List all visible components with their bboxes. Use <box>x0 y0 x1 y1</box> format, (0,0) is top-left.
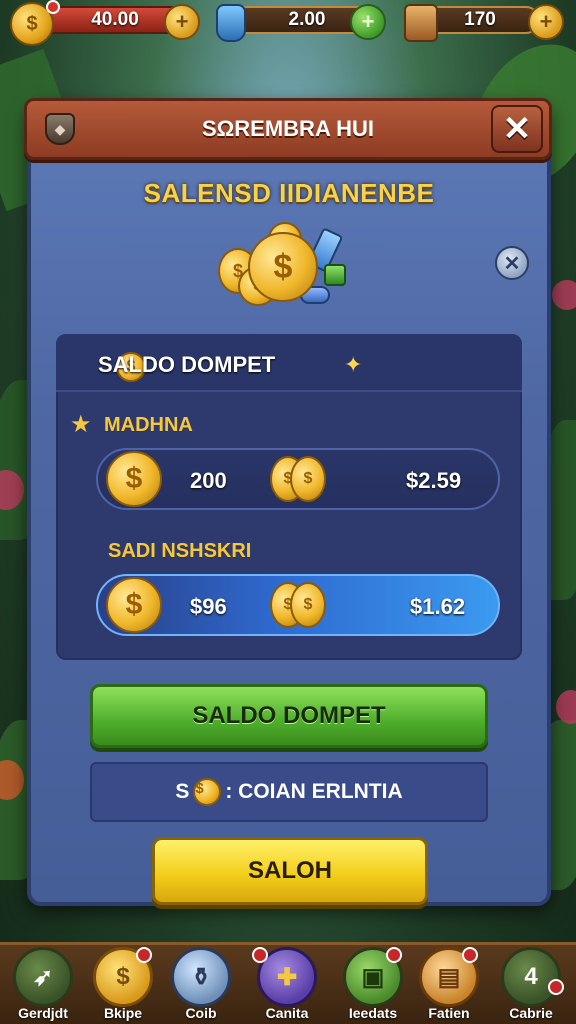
info-prefix: S <box>175 780 190 803</box>
top-resource-bar: 40.00 $ + 2.00 + 170 + <box>0 0 576 48</box>
offer-amount: 200 <box>190 468 227 493</box>
notification-dot <box>548 979 564 995</box>
profile-icon: 4 <box>501 947 561 1007</box>
nav-label: Ieedats <box>348 1005 398 1021</box>
wallet-balance-button[interactable]: SALDO DOMPET <box>90 684 488 748</box>
offer-price: $1.62 <box>410 594 466 619</box>
gem-icon <box>404 4 438 42</box>
panel-header: ◆ SΩREMBRA HUI ✕ <box>24 98 552 160</box>
notification-dot <box>136 947 152 963</box>
bottom-nav: ➶ Gerdjdt $ Bkipe ⚱ Coib ✚ Canita ▣ Ieed… <box>0 942 576 1024</box>
panel-subtitle: SALENSD IIDIANENBE <box>143 178 435 208</box>
sparkle-icon: ✦ <box>344 352 363 377</box>
notification-dot <box>46 0 60 14</box>
offer-amount: $96 <box>190 594 227 619</box>
gem-counter: 170 <box>420 6 540 34</box>
coin-icon: $ <box>193 778 222 806</box>
nav-item-coins[interactable]: $ Bkipe <box>82 945 164 1024</box>
notification-dot <box>252 947 268 963</box>
nav-item-chest[interactable]: ▣ Ieedats <box>332 945 414 1024</box>
potion-icon: ⚱ <box>171 947 231 1007</box>
nav-item-potion[interactable]: ⚱ Coib <box>160 945 242 1024</box>
nav-label: Gerdjdt <box>18 1005 68 1021</box>
info-text: : COIAN ERLNTIA <box>225 780 403 803</box>
notification-dot <box>386 947 402 963</box>
wallet-header-label: SALDO DOMPET <box>98 352 276 377</box>
notification-dot <box>462 947 478 963</box>
help-button[interactable]: ✕ <box>495 246 529 280</box>
nav-item-map[interactable]: ➶ Gerdjdt <box>2 945 84 1024</box>
add-gems-button[interactable]: + <box>528 4 564 40</box>
add-coins-button[interactable]: + <box>164 4 200 40</box>
star-icon: ★ <box>70 411 92 438</box>
potion-icon <box>216 4 246 42</box>
offer-price: $2.59 <box>406 468 462 493</box>
confirm-button[interactable]: SALOH <box>152 837 428 905</box>
add-potions-button[interactable]: + <box>350 4 386 40</box>
nav-item-center[interactable]: ✚ Canita <box>246 945 328 1024</box>
nav-item-scroll[interactable]: ▤ Fatien <box>408 945 490 1024</box>
nav-item-profile[interactable]: 4 Cabrie <box>490 945 572 1024</box>
coin-icon: $ <box>106 451 162 507</box>
offer-row-2[interactable]: $ $96 $ $ $1.62 <box>96 574 500 636</box>
map-icon: ➶ <box>13 947 73 1007</box>
offer-row-1[interactable]: $ 200 $ $ $2.59 <box>96 448 500 510</box>
gem-count: 170 <box>464 9 496 30</box>
panel-title: SΩREMBRA HUI <box>201 116 375 141</box>
nav-label: Cabrie <box>509 1005 553 1021</box>
nav-label: Bkipe <box>103 1005 143 1021</box>
nav-label: Fatien <box>428 1005 470 1021</box>
section-label-2: SADI NSHSKRI <box>108 540 252 562</box>
coin-stack-icon: $ $ <box>270 582 332 630</box>
nav-label: Coib <box>185 1005 217 1021</box>
section-label-1: MADHNA <box>104 414 193 436</box>
coin-pile-illustration: $ $ $ $ <box>218 222 348 314</box>
coin-icon: $ <box>106 577 162 633</box>
info-bar: S $ : COIAN ERLNTIA <box>90 762 488 822</box>
coin-stack-icon: $ $ <box>270 456 332 504</box>
nav-label: Canita <box>265 1005 309 1021</box>
close-button[interactable]: ✕ <box>491 105 543 153</box>
